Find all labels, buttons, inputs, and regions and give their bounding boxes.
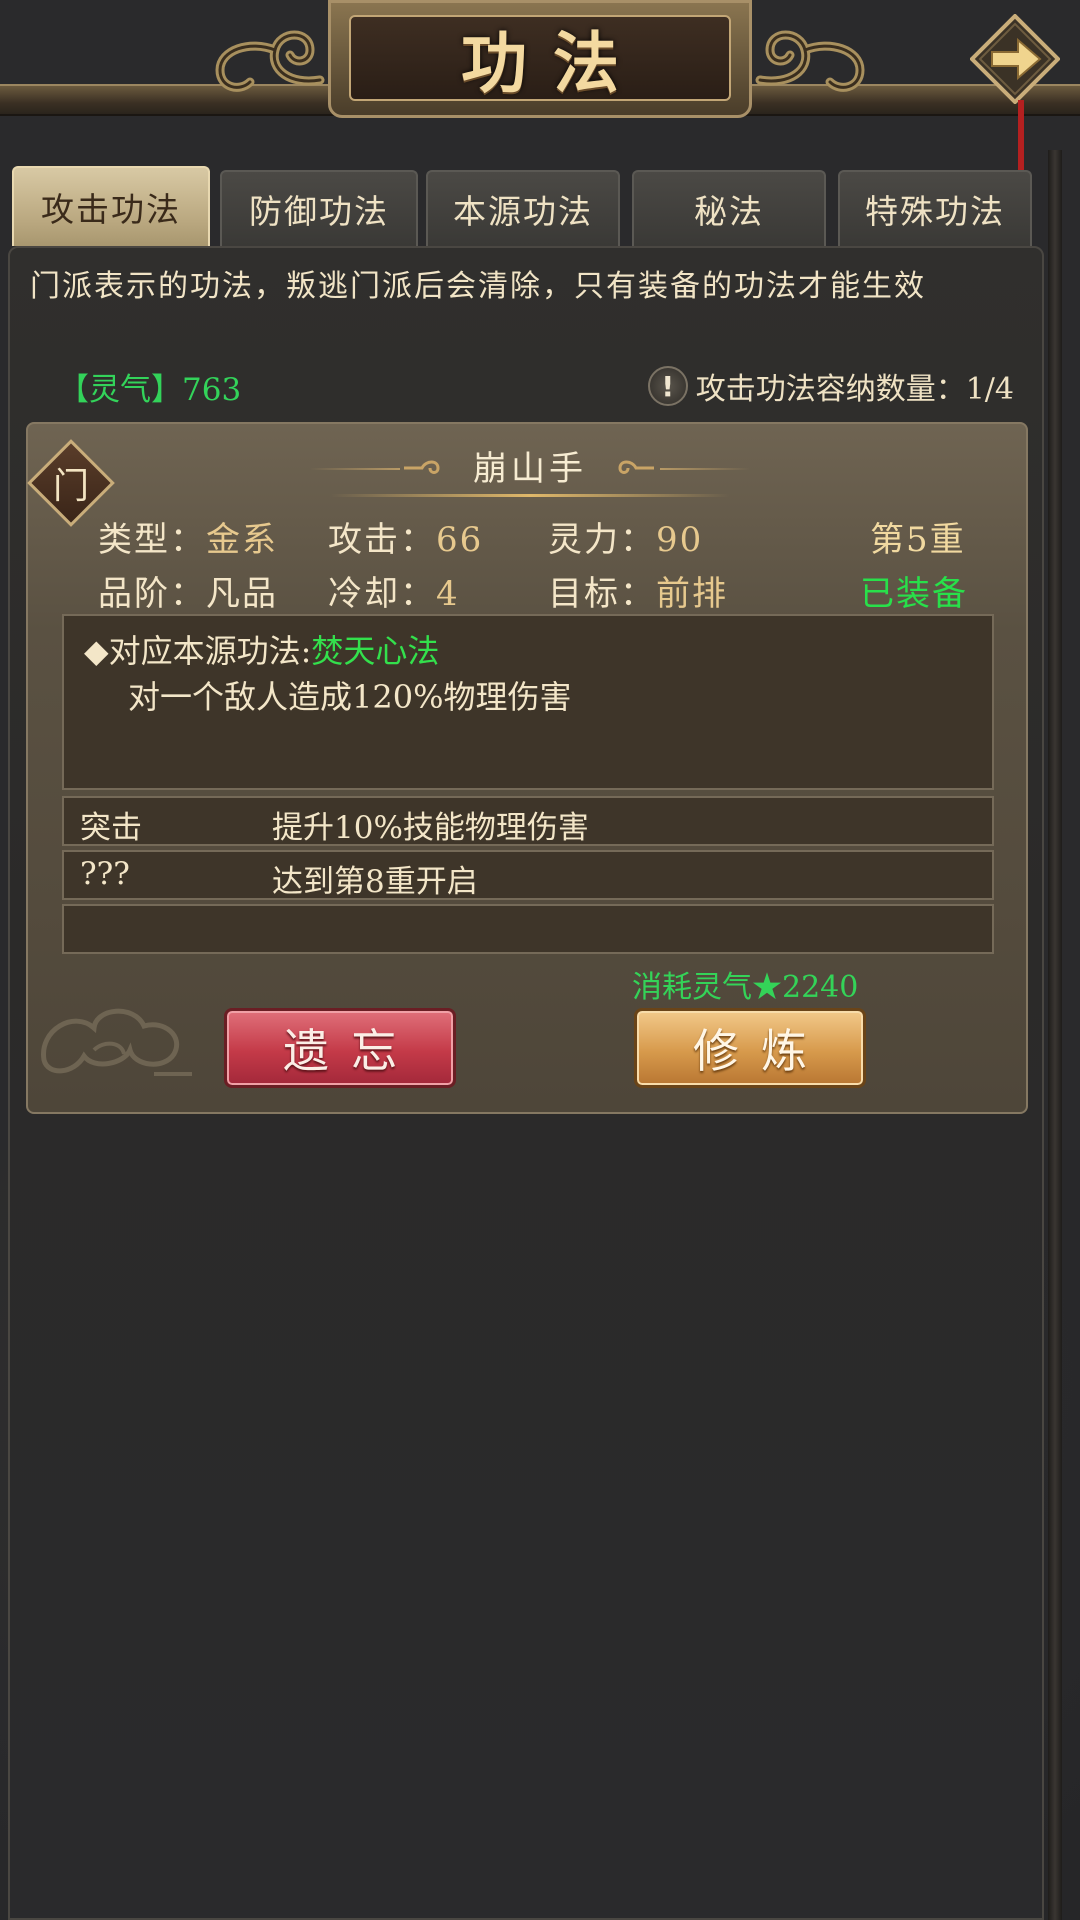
tab-bar: 攻击功法 防御功法 本源功法 秘法 特殊功法	[12, 166, 1032, 246]
notice-text: 门派表示的功法，叛逃门派后会清除，只有装备的功法才能生效	[30, 269, 926, 304]
stat-cooldown-value: 4	[436, 574, 460, 614]
passive-row-name: 突击	[80, 810, 142, 846]
stat-type-value: 金系	[206, 520, 278, 560]
train-button[interactable]: 修炼	[634, 1008, 866, 1088]
stat-target-value: 前排	[656, 574, 728, 614]
tassel-cord	[1018, 100, 1024, 170]
stat-grade-label: 品阶：	[98, 574, 206, 614]
passive-row-desc: 提升10%技能物理伤害	[272, 810, 589, 846]
passive-row-name: ???	[80, 856, 130, 892]
right-rail	[1048, 150, 1062, 1920]
scroll-swirl-right-icon	[618, 460, 654, 474]
passive-row	[62, 850, 994, 900]
equipped-status: 已装备	[860, 574, 968, 614]
stat-type: 类型：金系	[98, 512, 278, 561]
exclamation-icon[interactable]: !	[647, 366, 688, 406]
stat-attack: 攻击：66	[328, 512, 483, 561]
effect-description: 对一个敌人造成120%物理伤害	[128, 678, 572, 716]
stat-cooldown-label: 冷却：	[328, 574, 436, 614]
effect-source-skill: 焚天心法	[311, 632, 440, 670]
stat-spirit-value: 90	[656, 520, 704, 560]
title-glow	[330, 494, 730, 497]
skill-name: 崩山手	[473, 448, 587, 489]
effect-prefix: ◆对应本源功法:	[84, 632, 312, 670]
stat-grade-value: 凡品	[206, 574, 278, 614]
title-inner: 功法	[349, 15, 731, 102]
next-arrow-button[interactable]	[970, 14, 1060, 104]
header: 功法	[0, 0, 1080, 170]
tab-attack-skills[interactable]: 攻击功法	[12, 166, 210, 246]
cloud-ornament-right-icon	[755, 30, 865, 92]
page-title: 功法	[461, 24, 645, 102]
stat-type-label: 类型：	[98, 520, 206, 560]
effect-source-line: ◆对应本源功法:焚天心法	[84, 626, 439, 672]
tab-origin-skills[interactable]: 本源功法	[426, 170, 620, 246]
skill-level: 第5重	[870, 520, 966, 560]
tab-defense-skills[interactable]: 防御功法	[220, 170, 418, 246]
lingqi-amount: 【灵气】763	[58, 372, 242, 408]
stat-attack-value: 66	[436, 520, 484, 560]
passive-row-empty	[62, 904, 994, 954]
stat-spirit-label: 灵力：	[548, 520, 656, 560]
cloud-decoration-icon	[41, 1008, 192, 1076]
capacity-info: ! 攻击功法容纳数量：1/4	[647, 364, 1014, 408]
cloud-ornament-left-icon	[215, 30, 325, 92]
tab-secret-arts[interactable]: 秘法	[632, 170, 826, 246]
stat-spirit: 灵力：90	[548, 512, 703, 561]
cost-text: 消耗灵气★2240	[632, 970, 859, 1005]
forget-button[interactable]: 遗忘	[224, 1008, 456, 1088]
stat-target-label: 目标：	[548, 574, 656, 614]
tab-special-skills[interactable]: 特殊功法	[838, 170, 1032, 246]
stat-attack-label: 攻击：	[328, 520, 436, 560]
capacity-text: 攻击功法容纳数量：1/4	[695, 372, 1014, 407]
title-line-right	[660, 468, 750, 470]
stat-grade: 品阶：凡品	[98, 566, 278, 615]
stat-target: 目标：前排	[548, 566, 728, 615]
passive-row-desc: 达到第8重开启	[272, 864, 478, 900]
stat-cooldown: 冷却：4	[328, 566, 460, 615]
title-plate: 功法	[328, 0, 752, 118]
